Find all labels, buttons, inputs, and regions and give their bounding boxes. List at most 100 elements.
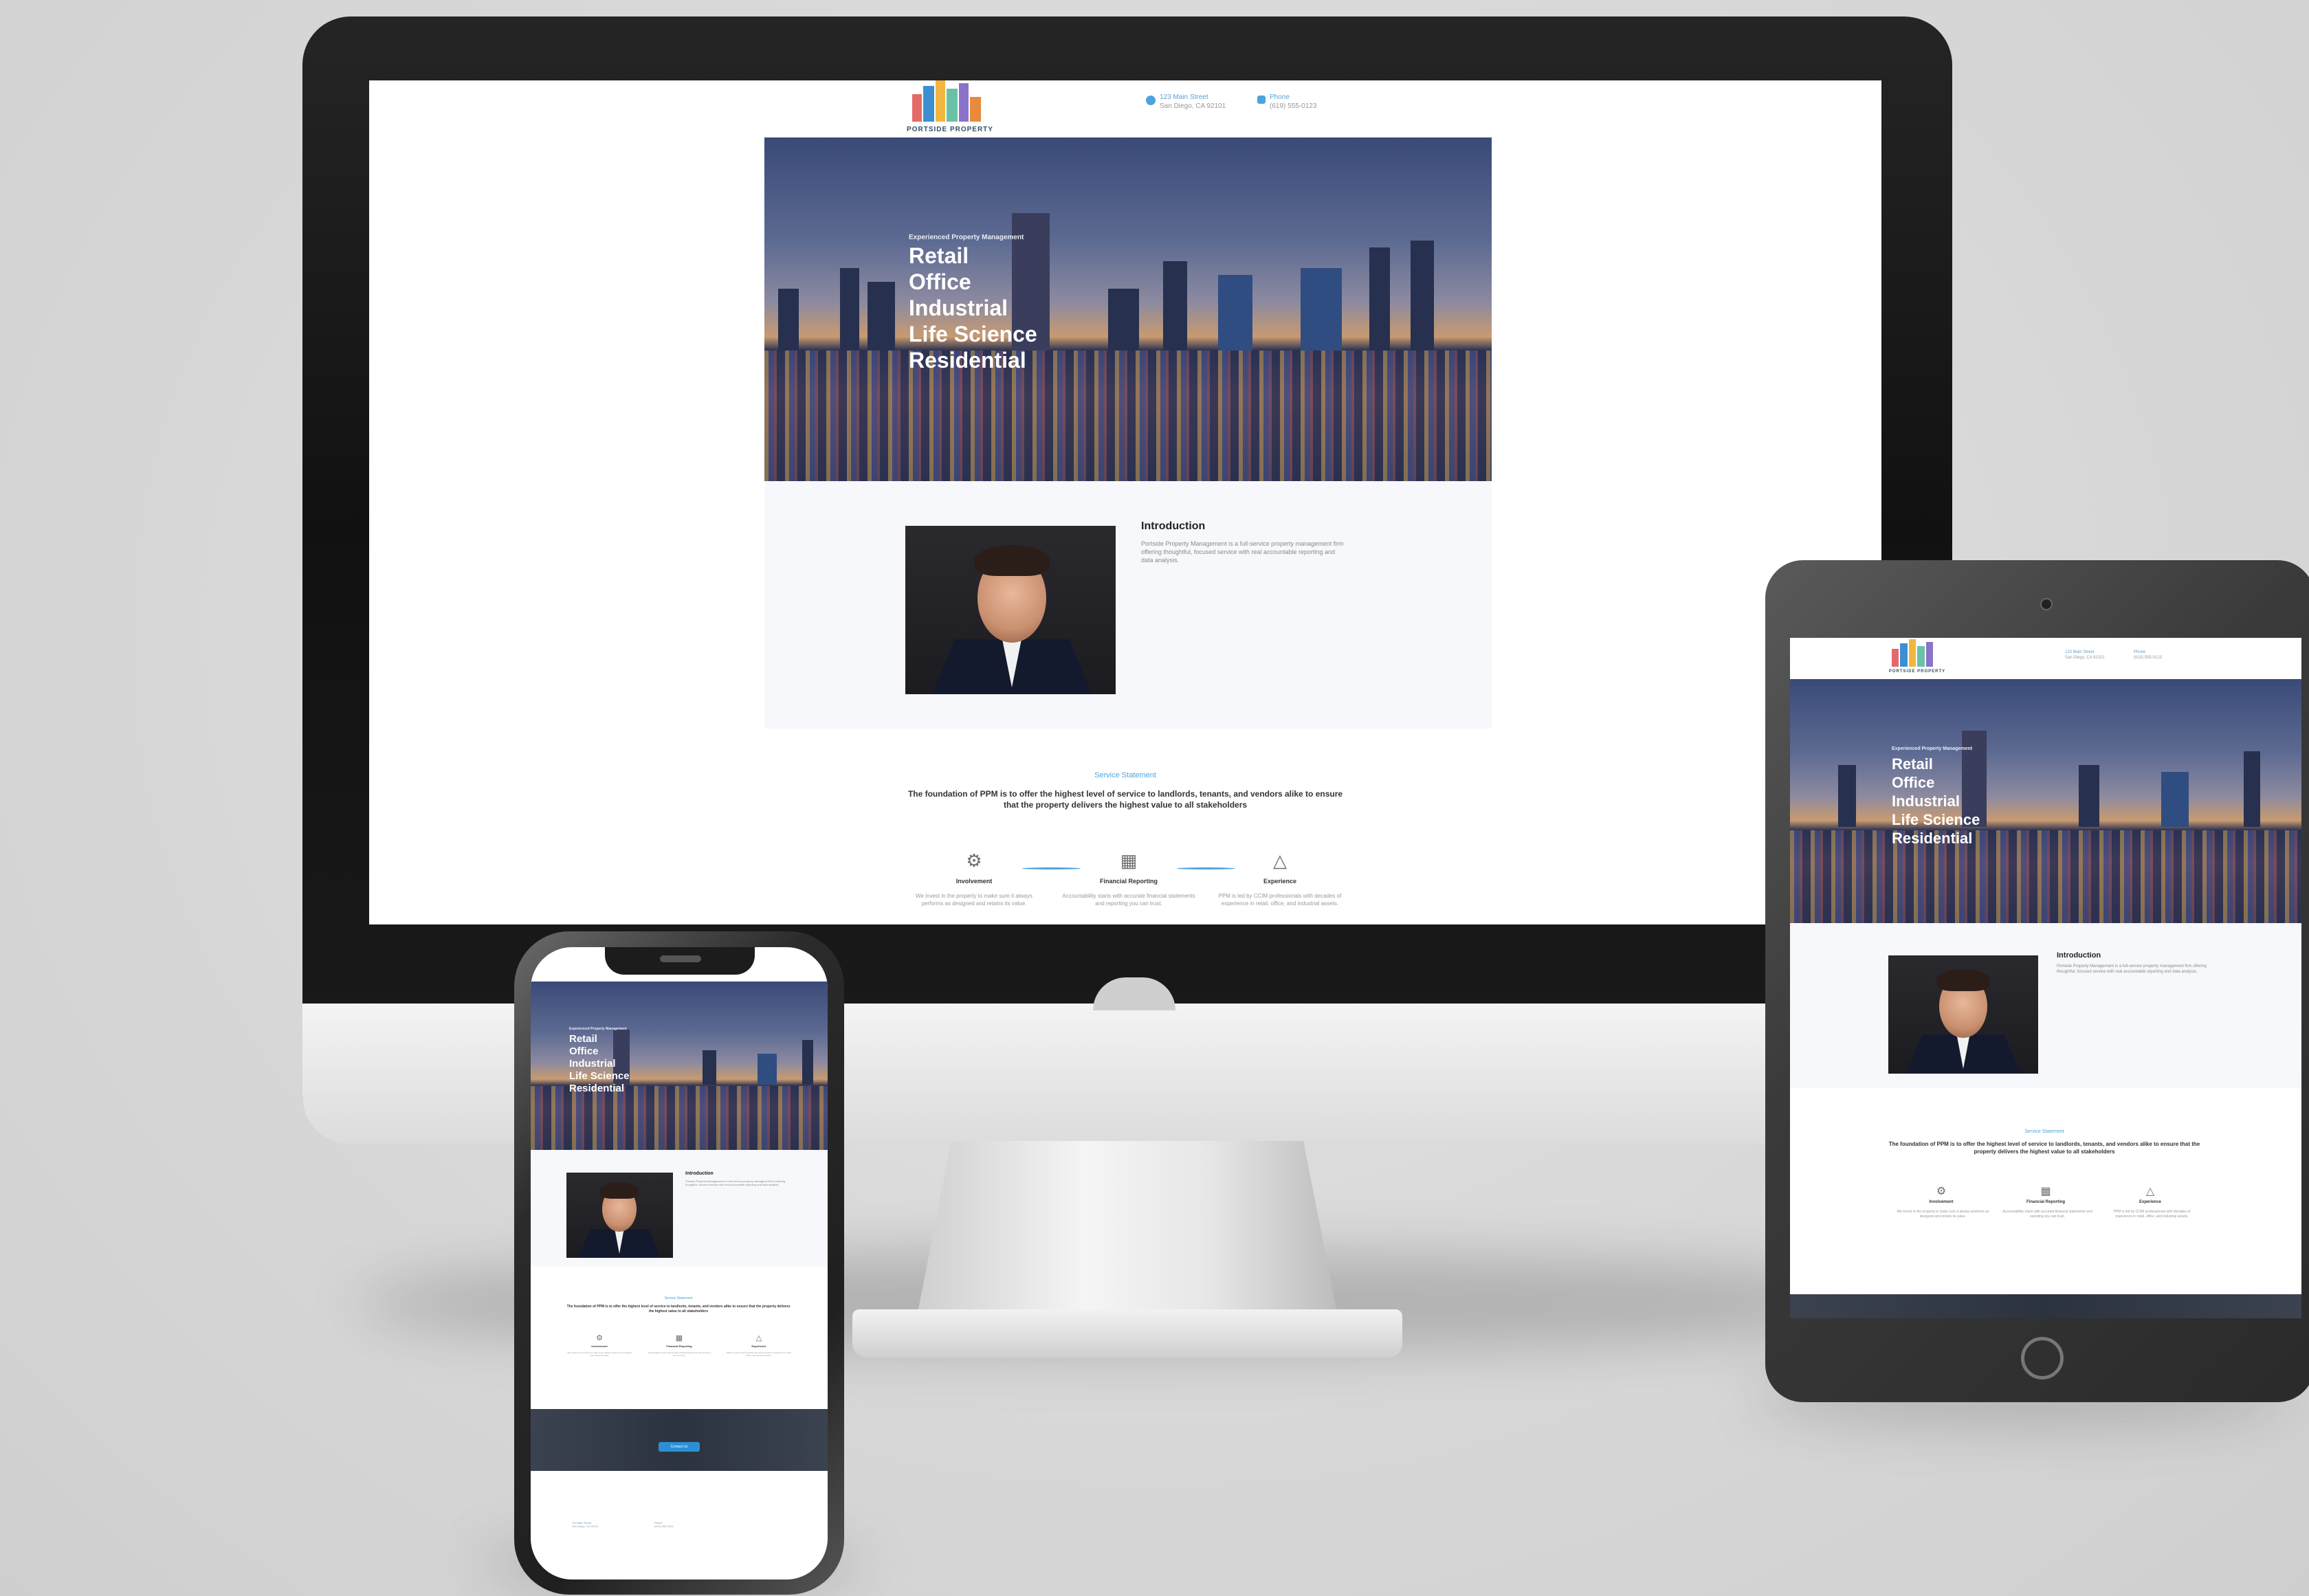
address-line2: San Diego, CA 92101: [2065, 655, 2105, 660]
skyline-building: [1218, 275, 1252, 351]
address-line1: 123 Main Street: [2065, 650, 2095, 654]
feature-text-financial-reporting: Accountability starts with accurate fina…: [1062, 893, 1195, 907]
triangle-icon: △: [1273, 850, 1287, 871]
mission-kicker: Service Statement: [664, 1296, 693, 1300]
skyline-building: [2161, 772, 2189, 827]
site-logo[interactable]: PORTSIDE PROPERTY: [1886, 639, 1948, 678]
logo-building: [1900, 643, 1908, 667]
feature-text-financial-reporting: Accountability starts with accurate fina…: [648, 1351, 711, 1357]
gear-icon: ⚙: [1936, 1186, 1947, 1197]
hero-line-office: Office: [1892, 774, 1935, 791]
hero-line-industrial: Industrial: [909, 296, 1008, 320]
hero-line-office: Office: [569, 1045, 599, 1057]
skyline-building: [1838, 765, 1856, 827]
hero-line-residential: Residential: [1892, 830, 1973, 847]
feature-label-involvement: Involvement: [591, 1344, 608, 1348]
hero-line-retail: Retail: [1892, 755, 1933, 773]
water-reflection: [764, 351, 1492, 481]
nav-phone[interactable]: Phone (619) 555-0123: [1270, 93, 1352, 111]
feature-text-experience: PPM is led by CCIM professionals with de…: [1218, 893, 1342, 907]
nav-address[interactable]: 123 Main Street San Diego, CA 92101: [2065, 650, 2127, 661]
skyline-building: [703, 1050, 716, 1085]
skyline-building: [802, 1040, 813, 1085]
intro-text: Portside Property Management is a full-s…: [685, 1179, 786, 1187]
footer-phone[interactable]: Phone (619) 555-0123: [654, 1521, 709, 1528]
hero-line-life-science: Life Science: [1892, 811, 1980, 828]
portrait-hair: [1936, 969, 1990, 991]
feature-text-experience: PPM is led by CCIM professionals with de…: [727, 1351, 791, 1357]
process-arrow: [1022, 867, 1081, 869]
hero-banner: Experienced Property Management Retail O…: [1790, 679, 2301, 923]
contact-button[interactable]: Contact Us: [659, 1442, 700, 1452]
skyline-building: [778, 289, 799, 351]
executive-portrait: [566, 1173, 673, 1258]
portrait-hair: [600, 1182, 639, 1199]
monitor-stand-neck: [918, 1141, 1337, 1313]
skyline-building: [1369, 247, 1390, 351]
footer-band: [1790, 1294, 2301, 1318]
phone-value: (619) 555-0123: [654, 1525, 674, 1529]
feature-label-experience: Experience: [1263, 878, 1297, 885]
gear-icon: ⚙: [596, 1334, 603, 1342]
logo-building: [947, 89, 958, 122]
phone-icon: [1257, 96, 1266, 104]
cta-band: [531, 1409, 828, 1471]
phone-speaker: [660, 955, 701, 962]
executive-portrait: [1888, 955, 2038, 1074]
mission-statement: The foundation of PPM is to offer the hi…: [566, 1305, 791, 1314]
logo-building: [1917, 646, 1925, 667]
tablet-camera: [2040, 598, 2053, 610]
logo-building: [936, 80, 945, 122]
skyline-building: [1108, 289, 1139, 351]
skyline-building: [758, 1054, 777, 1085]
logo-building: [1926, 642, 1933, 667]
logo-building: [1909, 639, 1916, 667]
mission-statement: The foundation of PPM is to offer the hi…: [907, 789, 1343, 810]
monitor-stand-base: [852, 1309, 1402, 1357]
phone-label: Phone: [2134, 650, 2146, 654]
hero-banner: Experienced Property Management Retail O…: [531, 982, 828, 1150]
nav-phone[interactable]: Phone (619) 555-0123: [2134, 650, 2189, 661]
report-icon: ▦: [675, 1334, 683, 1342]
hero-kicker: Experienced Property Management: [1892, 746, 1973, 751]
nav-address[interactable]: 123 Main Street San Diego, CA 92101: [1160, 93, 1256, 111]
mission-statement: The foundation of PPM is to offer the hi…: [1888, 1141, 2200, 1155]
intro-title: Introduction: [685, 1171, 714, 1176]
logo-building: [959, 83, 969, 122]
triangle-icon: △: [2145, 1186, 2155, 1197]
logo-building: [923, 86, 934, 122]
skyline-building: [840, 268, 859, 351]
skyline-building: [2244, 751, 2260, 827]
footer-address[interactable]: 123 Main Street San Diego, CA 92101: [572, 1521, 641, 1528]
feature-text-experience: PPM is led by CCIM professionals with de…: [2113, 1210, 2191, 1219]
address-line1: 123 Main Street: [1160, 93, 1208, 101]
portrait-hair: [974, 545, 1050, 576]
logo-building: [1892, 649, 1899, 667]
report-icon: ▦: [1120, 850, 1138, 871]
triangle-icon: △: [755, 1334, 762, 1342]
feature-text-involvement: We invest in the property to make sure i…: [1897, 1210, 1989, 1219]
location-icon: [1146, 96, 1156, 105]
skyline-building: [1163, 261, 1187, 351]
feature-label-involvement: Involvement: [955, 878, 993, 885]
intro-text: Portside Property Management is a full-s…: [1141, 540, 1344, 564]
intro-text: Portside Property Management is a full-s…: [2057, 964, 2207, 975]
intro-section: [1790, 923, 2301, 1088]
tablet-home-button[interactable]: [2021, 1337, 2064, 1379]
water-reflection: [531, 1085, 828, 1150]
feature-label-involvement: Involvement: [1929, 1200, 1954, 1204]
logo-wordmark: PORTSIDE PROPERTY: [907, 126, 993, 133]
intro-title: Introduction: [2057, 951, 2101, 960]
feature-text-financial-reporting: Accountability starts with accurate fina…: [2002, 1210, 2092, 1219]
process-arrow: [1177, 867, 1235, 869]
gear-icon: ⚙: [966, 850, 982, 871]
feature-text-involvement: We invest in the property to make sure i…: [567, 1351, 632, 1357]
site-logo[interactable]: PORTSIDE PROPERTY: [905, 80, 995, 140]
phone-value: (619) 555-0123: [2134, 655, 2163, 660]
feature-label-financial-reporting: Financial Reporting: [2026, 1200, 2065, 1204]
feature-label-experience: Experience: [2139, 1200, 2162, 1204]
hero-kicker: Experienced Property Management: [569, 1027, 627, 1031]
logo-building: [970, 97, 981, 122]
hero-line-life-science: Life Science: [569, 1070, 630, 1082]
address-line2: San Diego, CA 92101: [1160, 102, 1226, 110]
